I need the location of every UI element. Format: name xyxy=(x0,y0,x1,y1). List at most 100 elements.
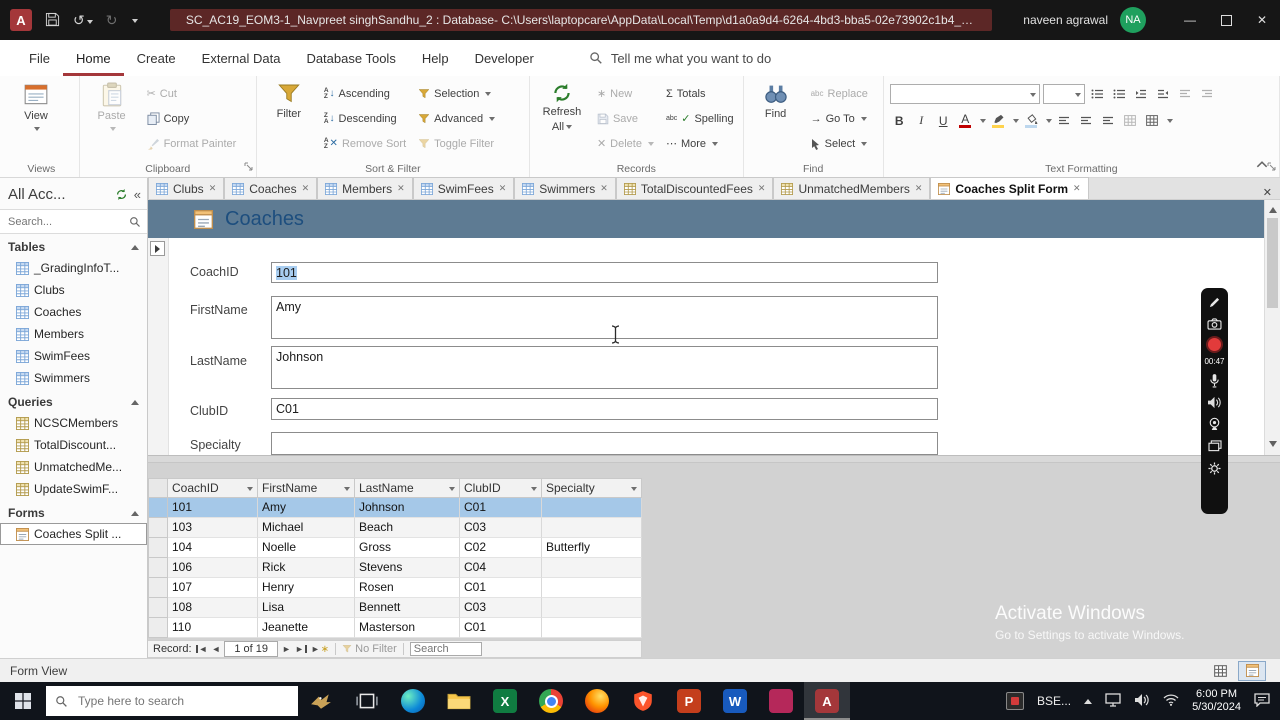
sidebar-item-members[interactable]: Members xyxy=(0,323,147,345)
bullets-icon[interactable] xyxy=(1088,85,1107,104)
decrease-indent-icon[interactable] xyxy=(1132,85,1151,104)
close-tab-icon[interactable]: ✕ xyxy=(499,183,507,194)
rtl-icon[interactable] xyxy=(1198,85,1217,104)
save-icon[interactable] xyxy=(45,12,60,29)
column-header-clubid[interactable]: ClubID xyxy=(460,478,542,498)
access-taskbar-button[interactable]: A xyxy=(804,682,850,720)
column-filter-chevron-icon[interactable] xyxy=(631,486,637,494)
microphone-icon[interactable] xyxy=(1209,372,1220,388)
totals-button[interactable]: Σ Totals xyxy=(663,81,737,106)
cell[interactable]: 103 xyxy=(168,518,258,538)
cell[interactable]: Rick xyxy=(258,558,355,578)
cell[interactable] xyxy=(542,598,642,618)
cell[interactable]: 110 xyxy=(168,618,258,638)
sidebar-item-gradinginfo[interactable]: _GradingInfoT... xyxy=(0,257,147,279)
row-selector[interactable] xyxy=(148,498,168,518)
access-app-icon[interactable]: A xyxy=(10,9,32,31)
close-tab-icon[interactable]: ✕ xyxy=(600,183,608,194)
cell[interactable] xyxy=(542,558,642,578)
refresh-pane-icon[interactable] xyxy=(115,188,128,201)
copy-button[interactable]: Copy xyxy=(144,106,240,131)
cell[interactable]: C04 xyxy=(460,558,542,578)
sidebar-item-coaches-split-form[interactable]: Coaches Split ... xyxy=(0,523,147,545)
find-button[interactable]: Find xyxy=(750,79,802,121)
text-formatting-dialog-launcher-icon[interactable] xyxy=(1267,161,1277,175)
gridlines-chevron-icon[interactable] xyxy=(1166,119,1173,126)
tray-app-label[interactable]: BSE... xyxy=(1037,694,1071,708)
doc-tab-swimfees[interactable]: SwimFees ✕ xyxy=(412,177,515,199)
word-button[interactable]: W xyxy=(712,682,758,720)
section-tables[interactable]: Tables xyxy=(0,234,147,257)
pen-icon[interactable] xyxy=(1209,294,1220,310)
cell[interactable]: Michael xyxy=(258,518,355,538)
underline-button[interactable]: U xyxy=(934,111,953,130)
undo-icon[interactable]: ↺ xyxy=(73,13,93,27)
column-header-firstname[interactable]: FirstName xyxy=(258,478,355,498)
doc-tab-clubs[interactable]: Clubs ✕ xyxy=(148,177,225,199)
row-selector[interactable] xyxy=(148,618,168,638)
chrome-button[interactable] xyxy=(528,682,574,720)
record-search-input[interactable] xyxy=(409,642,482,656)
datasheet-format-icon[interactable] xyxy=(1121,111,1140,130)
tab-file[interactable]: File xyxy=(16,40,63,76)
spelling-button[interactable]: abc ✓ Spelling xyxy=(663,106,737,131)
sidebar-item-swimfees[interactable]: SwimFees xyxy=(0,345,147,367)
select-all-cell[interactable] xyxy=(148,478,168,498)
field-input-clubid[interactable]: C01 xyxy=(271,398,938,420)
close-button[interactable]: ✕ xyxy=(1244,0,1280,40)
selection-button[interactable]: Selection xyxy=(415,81,498,106)
taskbar-clock[interactable]: 6:00 PM 5/30/2024 xyxy=(1192,688,1241,714)
sidebar-item-updateswimfees[interactable]: UpdateSwimF... xyxy=(0,478,147,500)
highlight-button[interactable] xyxy=(989,111,1008,130)
scrollbar-thumb[interactable] xyxy=(1267,218,1278,308)
field-input-specialty[interactable] xyxy=(271,432,938,455)
scroll-down-icon[interactable] xyxy=(1269,441,1277,451)
previous-record-button[interactable]: ◄ xyxy=(211,644,220,654)
column-header-coachid[interactable]: CoachID xyxy=(168,478,258,498)
screens-icon[interactable] xyxy=(1208,438,1222,454)
tab-create[interactable]: Create xyxy=(124,40,189,76)
cell[interactable]: 107 xyxy=(168,578,258,598)
select-button[interactable]: Select xyxy=(808,131,871,156)
cell[interactable] xyxy=(542,578,642,598)
tab-database-tools[interactable]: Database Tools xyxy=(293,40,408,76)
close-tab-icon[interactable]: ✕ xyxy=(915,183,923,194)
section-queries[interactable]: Queries xyxy=(0,389,147,412)
font-color-chevron-icon[interactable] xyxy=(979,119,986,126)
table-row[interactable]: 101 Amy Johnson C01 xyxy=(148,498,642,518)
increase-indent-icon[interactable] xyxy=(1154,85,1173,104)
close-tab-icon[interactable]: ✕ xyxy=(1073,183,1081,194)
filter-button[interactable]: Filter xyxy=(263,79,315,121)
speaker-icon[interactable] xyxy=(1207,394,1222,410)
align-center-icon[interactable] xyxy=(1077,111,1096,130)
cell[interactable]: C03 xyxy=(460,518,542,538)
view-button[interactable]: View xyxy=(10,79,62,132)
column-filter-chevron-icon[interactable] xyxy=(247,486,253,494)
action-center-icon[interactable] xyxy=(1254,693,1270,710)
taskbar-search-input[interactable] xyxy=(76,693,289,709)
toggle-filter-button[interactable]: Toggle Filter xyxy=(415,131,498,156)
firefox-button[interactable] xyxy=(574,682,620,720)
splitter-bar[interactable] xyxy=(148,455,1280,463)
numbering-icon[interactable] xyxy=(1110,85,1129,104)
close-tab-icon[interactable]: ✕ xyxy=(758,183,766,194)
close-document-icon[interactable]: ✕ xyxy=(1263,186,1272,199)
doc-tab-swimmers[interactable]: Swimmers ✕ xyxy=(514,177,616,199)
screenshot-camera-icon[interactable] xyxy=(1207,316,1222,332)
close-tab-icon[interactable]: ✕ xyxy=(209,183,217,194)
tab-external-data[interactable]: External Data xyxy=(189,40,294,76)
record-selector-bar[interactable] xyxy=(148,238,169,455)
customize-toolbar-chevron-icon[interactable] xyxy=(132,18,139,26)
row-selector[interactable] xyxy=(148,538,168,558)
save-record-button[interactable]: Save xyxy=(594,106,657,131)
sidebar-item-clubs[interactable]: Clubs xyxy=(0,279,147,301)
refresh-all-button[interactable]: Refresh All xyxy=(536,79,588,134)
first-record-button[interactable]: ◄ xyxy=(195,644,207,654)
italic-button[interactable]: I xyxy=(912,111,931,130)
field-input-coachid[interactable]: 101 xyxy=(271,262,938,283)
cell[interactable]: 104 xyxy=(168,538,258,558)
cell[interactable]: Jeanette xyxy=(258,618,355,638)
advanced-button[interactable]: Advanced xyxy=(415,106,498,131)
settings-gear-icon[interactable] xyxy=(1208,460,1221,476)
cell[interactable]: Stevens xyxy=(355,558,460,578)
